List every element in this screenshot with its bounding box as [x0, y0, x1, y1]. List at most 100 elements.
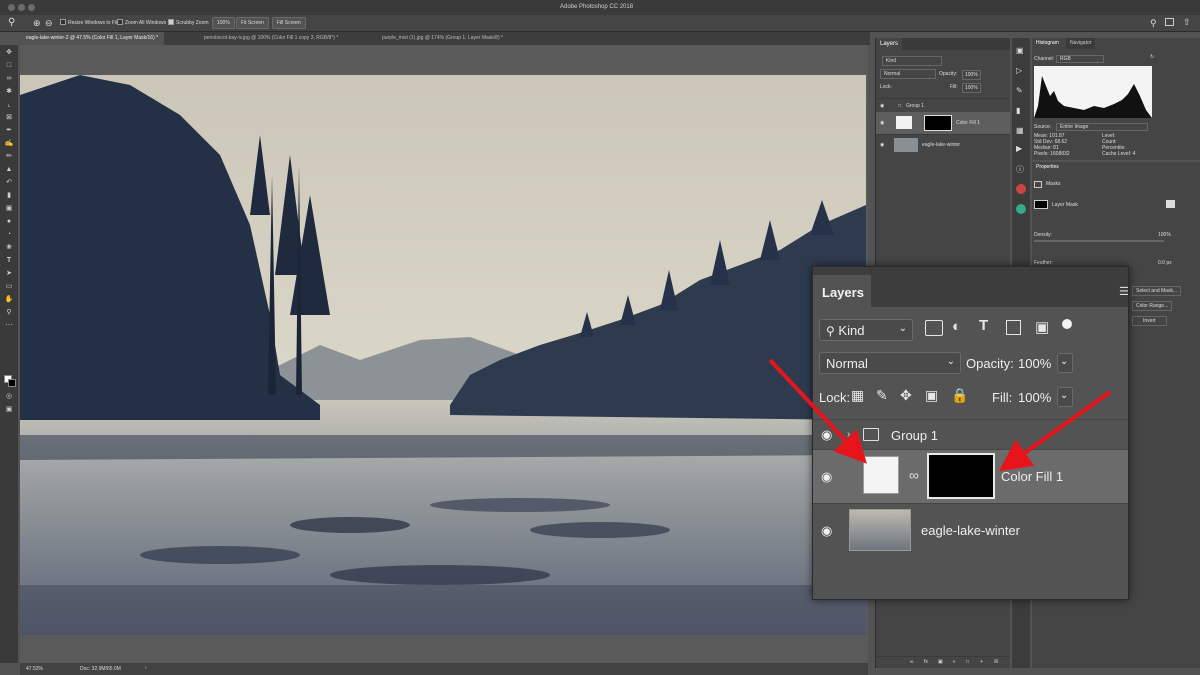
quick-mask-icon[interactable]: ◎ — [4, 392, 14, 401]
search-icon[interactable]: ⚲ — [1150, 18, 1157, 29]
select-and-mask-button[interactable]: Select and Mask... — [1132, 286, 1182, 296]
filter-toggle-icon[interactable] — [1062, 319, 1072, 329]
clone-stamp-tool-icon[interactable]: ▲ — [4, 165, 14, 174]
fill-thumbnail[interactable] — [896, 116, 912, 129]
refresh-icon[interactable]: ↻ — [1150, 54, 1154, 60]
density-slider[interactable] — [1034, 240, 1164, 242]
tab-histogram[interactable]: Histogram — [1032, 38, 1063, 49]
quick-select-tool-icon[interactable]: ✱ — [4, 87, 14, 96]
delete-layer-icon[interactable]: ☒ — [994, 659, 998, 665]
resize-windows-checkbox[interactable] — [60, 19, 66, 25]
actions-panel-icon[interactable]: ▷ — [1016, 66, 1022, 75]
tab-navigator[interactable]: Navigator — [1066, 38, 1096, 49]
zoom-out-icon[interactable]: ⊖ — [45, 18, 53, 29]
invert-button[interactable]: Invert — [1132, 316, 1167, 326]
eye-icon[interactable]: ◉ — [821, 523, 832, 539]
brush-tool-icon[interactable]: ✏ — [4, 152, 14, 161]
crop-tool-icon[interactable]: ⌞ — [4, 100, 14, 109]
filter-smart-object-icon[interactable]: ▣ — [1035, 318, 1049, 336]
hand-tool-icon[interactable]: ✋ — [4, 295, 14, 304]
tab-eagle-lake[interactable]: eagle-lake-winter-2 @ 47.5% (Color Fill … — [20, 32, 165, 45]
lasso-tool-icon[interactable]: ∞ — [4, 74, 14, 83]
tab-properties[interactable]: Properties — [1032, 162, 1063, 173]
maximize-window-button[interactable] — [28, 4, 35, 11]
layer-row-photo[interactable]: ◉ eagle-lake-winter — [876, 134, 1010, 154]
filter-shape-icon[interactable] — [1006, 320, 1021, 335]
photo-thumbnail[interactable] — [894, 138, 918, 152]
path-select-tool-icon[interactable]: ➤ — [4, 269, 14, 278]
move-tool-icon[interactable]: ✥ — [4, 48, 14, 57]
type-tool-icon[interactable]: T — [4, 256, 14, 265]
healing-brush-tool-icon[interactable]: ✍ — [4, 139, 14, 148]
brushes-panel-icon[interactable]: ✎ — [1016, 86, 1023, 95]
layers-tab[interactable]: Layers — [876, 38, 903, 50]
more-tools-icon[interactable]: ⋯ — [4, 321, 14, 330]
frame-tool-icon[interactable]: ⊠ — [4, 113, 14, 122]
clone-source-icon[interactable]: ▮ — [1016, 106, 1020, 115]
panel-menu-icon[interactable]: ☰ — [1119, 285, 1129, 298]
history-brush-tool-icon[interactable]: ↶ — [4, 178, 14, 187]
workspace-icon[interactable] — [1165, 18, 1174, 26]
color-range-button[interactable]: Color Range... — [1132, 301, 1173, 311]
layer-row-group[interactable]: ◉ □ Group 1 — [876, 98, 1010, 112]
zoom-in-icon[interactable]: ⊕ — [33, 18, 41, 29]
mask-thumbnail[interactable] — [924, 115, 952, 131]
filter-adjustment-icon[interactable]: ◐ — [952, 318, 961, 335]
magnifier-icon[interactable]: ⚲ — [8, 17, 15, 28]
filter-type-icon[interactable]: T — [979, 317, 988, 334]
layer-row-color-fill[interactable]: ◉ Color Fill 1 — [876, 112, 1010, 134]
blur-tool-icon[interactable]: ● — [4, 217, 14, 226]
eraser-tool-icon[interactable]: ▮ — [4, 191, 14, 200]
fit-screen-button[interactable]: Fit Screen — [236, 17, 269, 29]
swatches-icon[interactable]: ▦ — [1016, 126, 1024, 135]
info-icon[interactable]: ⓘ — [1016, 164, 1024, 175]
add-mask-icon[interactable]: ▣ — [938, 659, 943, 665]
blend-mode-select[interactable]: Normal — [880, 69, 936, 79]
kind-filter[interactable]: Kind — [882, 56, 942, 66]
marquee-tool-icon[interactable]: □ — [4, 61, 14, 70]
zoom-tool-icon[interactable]: ⚲ — [4, 308, 14, 317]
source-select[interactable]: Entire Image — [1056, 123, 1148, 131]
tab-penobscot-bay[interactable]: penobscot-bay-iv.jpg @ 100% (Color Fill … — [198, 32, 344, 45]
history-panel-icon[interactable]: ▣ — [1016, 46, 1024, 55]
dodge-tool-icon[interactable]: ◔ — [4, 230, 14, 239]
gradient-tool-icon[interactable]: ▣ — [4, 204, 14, 213]
fill-screen-button[interactable]: Fill Screen — [272, 17, 306, 29]
zoom-all-checkbox[interactable] — [117, 19, 123, 25]
close-window-button[interactable] — [8, 4, 15, 11]
scrubby-zoom-checkbox[interactable] — [168, 19, 174, 25]
minimize-window-button[interactable] — [18, 4, 25, 11]
shape-tool-icon[interactable]: ▭ — [4, 282, 14, 291]
adjustments-icon[interactable] — [1016, 204, 1026, 214]
status-menu-icon[interactable]: › — [145, 665, 147, 671]
density-value[interactable]: 100% — [1158, 232, 1171, 238]
fx-icon[interactable]: fx — [924, 659, 928, 665]
fill-field[interactable]: 100% — [962, 83, 981, 93]
photo-layer-thumbnail[interactable] — [849, 509, 911, 551]
channel-select[interactable]: RGB — [1056, 55, 1104, 63]
screen-mode-icon[interactable]: ▣ — [4, 405, 14, 414]
opacity-field[interactable]: 100% — [962, 70, 981, 80]
pixel-mask-button[interactable] — [1166, 200, 1175, 208]
zoom-kind-filter[interactable]: ⚲ Kind ⌄ — [819, 319, 913, 341]
background-color-swatch[interactable] — [8, 379, 16, 387]
new-group-icon[interactable]: □ — [966, 659, 969, 665]
new-layer-icon[interactable]: + — [980, 659, 983, 665]
adjustment-icon[interactable]: ◑ — [952, 659, 955, 665]
eye-icon[interactable]: ◉ — [880, 142, 884, 148]
filter-pixel-icon[interactable] — [925, 320, 943, 336]
eye-icon[interactable]: ◉ — [880, 120, 884, 126]
zoom-layers-tab[interactable]: Layers — [813, 275, 871, 307]
document-image[interactable] — [20, 75, 866, 635]
link-layers-icon[interactable]: ∞ — [910, 659, 914, 665]
share-icon[interactable]: ⇧ — [1183, 17, 1191, 28]
zoom-layer-row-photo[interactable]: ◉ eagle-lake-winter — [813, 503, 1128, 557]
tab-purple-mist[interactable]: purple_mist (1).jpg @ 174% (Group 1, Lay… — [376, 32, 509, 45]
eyedropper-tool-icon[interactable]: ✒ — [4, 126, 14, 135]
eye-icon[interactable]: ◉ — [880, 103, 884, 109]
play-icon[interactable]: ▶ — [1016, 144, 1022, 153]
libraries-icon[interactable] — [1016, 184, 1026, 194]
feather-value[interactable]: 0.0 px — [1158, 260, 1172, 266]
zoom-100-button[interactable]: 100% — [212, 17, 235, 29]
pen-tool-icon[interactable]: ❀ — [4, 243, 14, 252]
